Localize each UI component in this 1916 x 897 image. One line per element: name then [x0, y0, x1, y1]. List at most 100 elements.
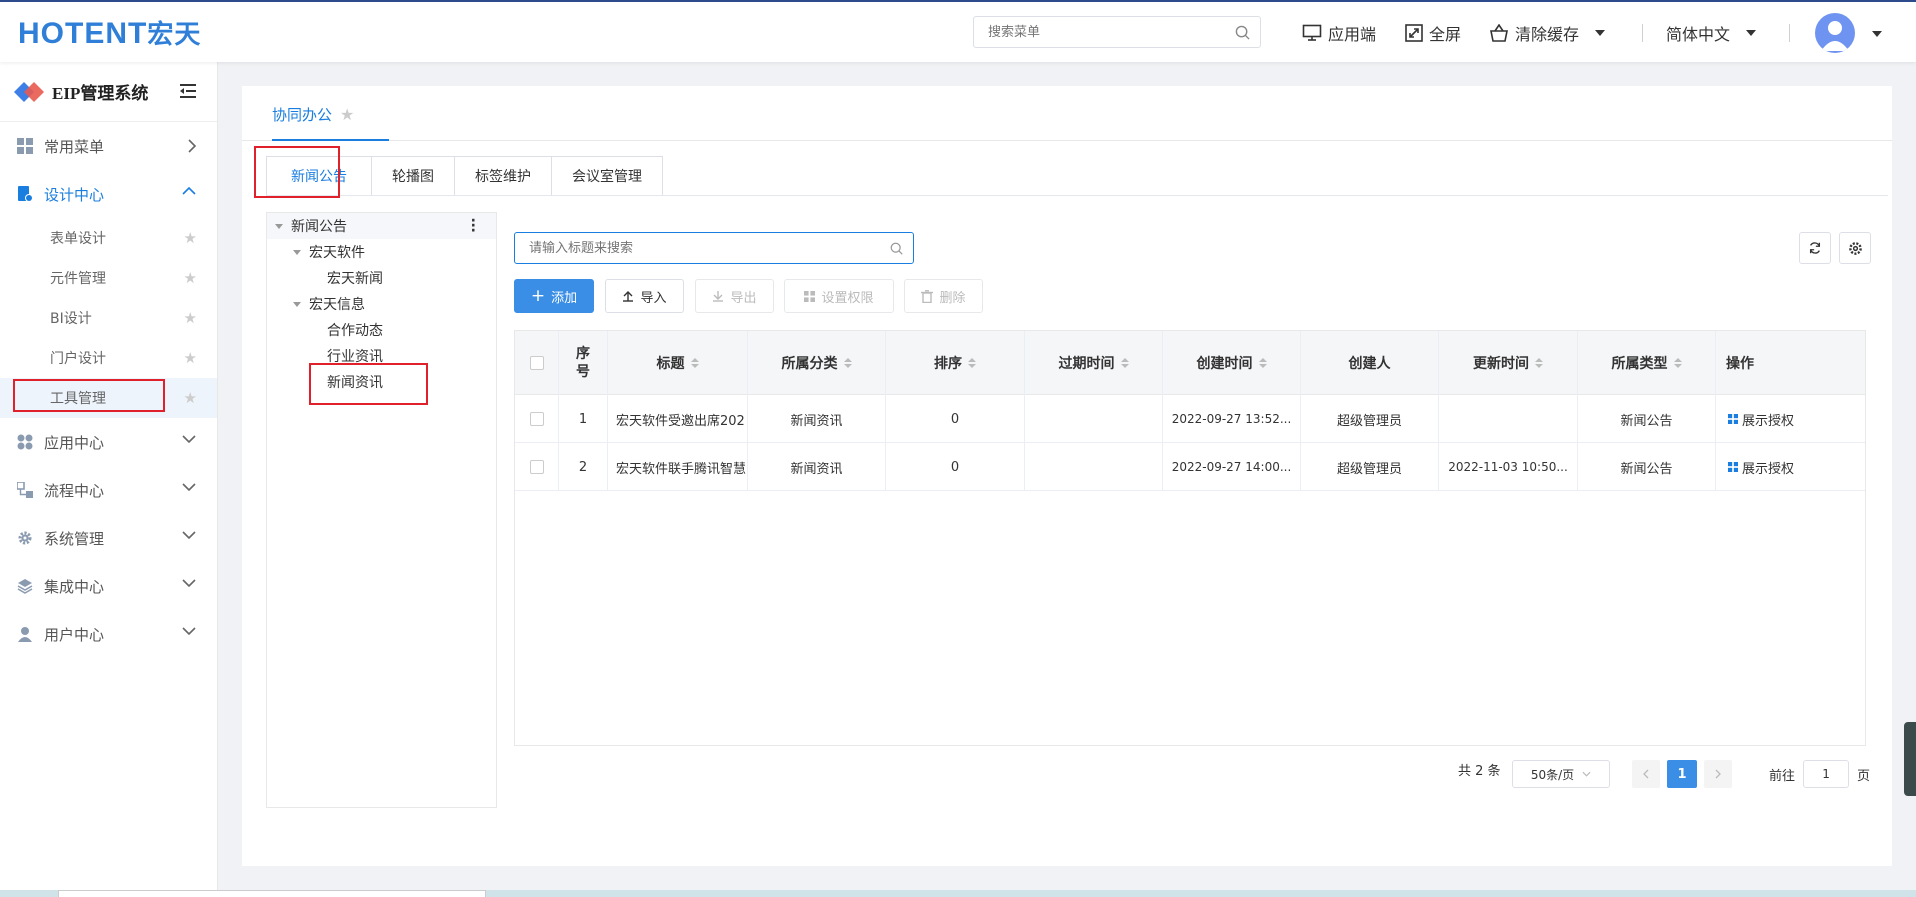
tree-node[interactable]: 宏天新闻 — [267, 265, 496, 291]
collapse-menu-icon[interactable] — [180, 84, 196, 98]
clear-cache-dropdown[interactable]: 清除缓存 — [1489, 21, 1606, 45]
cell-category: 新闻资讯 — [748, 443, 886, 491]
star-icon[interactable]: ★ — [184, 269, 197, 287]
avatar[interactable] — [1815, 13, 1855, 53]
cell-type: 新闻公告 — [1578, 443, 1716, 491]
menu-app-center[interactable]: 应用中心 — [0, 418, 217, 466]
checkbox[interactable] — [529, 460, 544, 474]
cell-title-link[interactable]: 宏天软件联手腾讯智慧 — [608, 443, 748, 491]
add-label: 添加 — [551, 290, 578, 306]
tab-meeting-room[interactable]: 会议室管理 — [552, 156, 663, 196]
col-category[interactable]: 所属分类 — [748, 331, 886, 395]
sort-icon[interactable] — [690, 358, 699, 368]
search-icon[interactable] — [890, 242, 903, 255]
highlight-box-news-node — [309, 363, 428, 405]
gear-icon — [16, 529, 34, 547]
tree-node-label: 宏天信息 — [309, 297, 365, 313]
menu-user-center[interactable]: 用户中心 — [0, 610, 217, 658]
menu-system-mgmt[interactable]: 系统管理 — [0, 514, 217, 562]
title-search[interactable] — [514, 232, 914, 264]
search-icon[interactable] — [1235, 25, 1250, 40]
set-permission-button[interactable]: 设置权限 — [784, 279, 894, 313]
select-all-checkbox[interactable] — [515, 331, 559, 395]
import-button[interactable]: 导入 — [605, 279, 684, 313]
star-icon[interactable]: ★ — [184, 349, 197, 367]
sort-icon[interactable] — [1120, 358, 1129, 368]
expand-triangle-icon[interactable] — [293, 301, 301, 307]
col-action: 操作 — [1716, 331, 1865, 395]
table-row[interactable]: 2 宏天软件联手腾讯智慧 新闻资讯 0 2022-09-27 14:00... … — [515, 443, 1865, 491]
refresh-button[interactable] — [1799, 232, 1831, 264]
expand-triangle-icon[interactable] — [293, 249, 301, 255]
fullscreen-button[interactable]: 全屏 — [1405, 21, 1461, 45]
next-page-button[interactable] — [1704, 760, 1732, 788]
star-icon[interactable]: ★ — [184, 309, 197, 327]
settings-button[interactable] — [1839, 232, 1871, 264]
tab-carousel[interactable]: 轮播图 — [372, 156, 455, 196]
title-search-input[interactable] — [515, 233, 875, 263]
sort-icon[interactable] — [1535, 358, 1543, 368]
delete-button[interactable]: 删除 — [904, 279, 983, 313]
expand-triangle-icon[interactable] — [275, 223, 283, 229]
star-icon[interactable]: ★ — [184, 389, 197, 407]
pager-total: 共 2 条 — [1458, 760, 1501, 779]
floating-side-widget[interactable] — [1904, 722, 1916, 796]
col-title[interactable]: 标题 — [608, 331, 748, 395]
cell-title-link[interactable]: 宏天软件受邀出席202 — [608, 395, 748, 443]
chevron-up-icon — [182, 186, 196, 195]
menu-search[interactable] — [973, 16, 1261, 48]
prev-page-button[interactable] — [1632, 760, 1660, 788]
menu-integration-center[interactable]: 集成中心 — [0, 562, 217, 610]
tree-node[interactable]: 合作动态 — [267, 317, 496, 343]
col-type[interactable]: 所属类型 — [1578, 331, 1716, 395]
app-end-button[interactable]: 应用端 — [1302, 21, 1376, 45]
goto-page-input[interactable]: 1 — [1803, 760, 1850, 788]
tree-node[interactable]: 宏天软件 — [267, 239, 496, 265]
col-expire[interactable]: 过期时间 — [1025, 331, 1163, 395]
sort-icon[interactable] — [1673, 358, 1682, 368]
col-label: 创建人 — [1348, 356, 1391, 372]
col-label: 创建时间 — [1196, 356, 1253, 372]
avatar-caret-icon[interactable] — [1872, 31, 1882, 37]
col-sort[interactable]: 排序 — [886, 331, 1025, 395]
row-checkbox[interactable] — [515, 395, 559, 443]
hotent-logo[interactable]: HOTENT宏天 — [18, 14, 201, 51]
menu-design-center[interactable]: 设计中心 — [0, 170, 217, 218]
submenu-component-mgmt[interactable]: 元件管理 ★ — [0, 258, 217, 298]
col-creator: 创建人 — [1301, 331, 1439, 395]
checkbox[interactable] — [529, 412, 544, 426]
menu-search-input[interactable] — [974, 17, 1214, 47]
checkbox[interactable] — [529, 356, 544, 370]
show-auth-link[interactable]: 展示授权 — [1716, 443, 1865, 491]
show-auth-link[interactable]: 展示授权 — [1716, 395, 1865, 443]
submenu-portal-design[interactable]: 门户设计 ★ — [0, 338, 217, 378]
star-icon[interactable]: ★ — [184, 229, 197, 247]
menu-common[interactable]: 常用菜单 — [0, 122, 217, 170]
highlight-box-tool-mgmt — [13, 379, 165, 412]
tab-tag-maintenance[interactable]: 标签维护 — [455, 156, 552, 196]
menu-flow-center[interactable]: 流程中心 — [0, 466, 217, 514]
row-checkbox[interactable] — [515, 443, 559, 491]
language-dropdown[interactable]: 简体中文 — [1666, 21, 1757, 45]
chevron-left-icon — [1643, 769, 1649, 779]
add-button[interactable]: + 添加 — [514, 279, 594, 313]
sort-icon[interactable] — [843, 358, 852, 368]
table-row[interactable]: 1 宏天软件受邀出席202 新闻资讯 0 2022-09-27 13:52...… — [515, 395, 1865, 443]
page-size-select[interactable]: 50条/页 — [1512, 760, 1610, 788]
sort-icon[interactable] — [1258, 358, 1267, 368]
more-vertical-icon[interactable]: · · · — [471, 214, 476, 238]
submenu-bi-design[interactable]: BI设计 ★ — [0, 298, 217, 338]
tree-node-label: 宏天新闻 — [327, 271, 383, 287]
submenu-form-design[interactable]: 表单设计 ★ — [0, 218, 217, 258]
page-1-button[interactable]: 1 — [1667, 760, 1697, 788]
sort-icon[interactable] — [968, 358, 976, 368]
current-page: 1 — [1677, 766, 1687, 782]
divider — [1789, 24, 1790, 42]
tree-node-root[interactable]: 新闻公告 · · · — [267, 213, 496, 239]
tab-collaboration[interactable]: 协同办公 ★ — [272, 104, 354, 125]
export-button[interactable]: 导出 — [695, 279, 774, 313]
col-created[interactable]: 创建时间 — [1163, 331, 1301, 395]
star-icon[interactable]: ★ — [340, 105, 354, 124]
tree-node[interactable]: 宏天信息 — [267, 291, 496, 317]
col-updated[interactable]: 更新时间 — [1439, 331, 1578, 395]
